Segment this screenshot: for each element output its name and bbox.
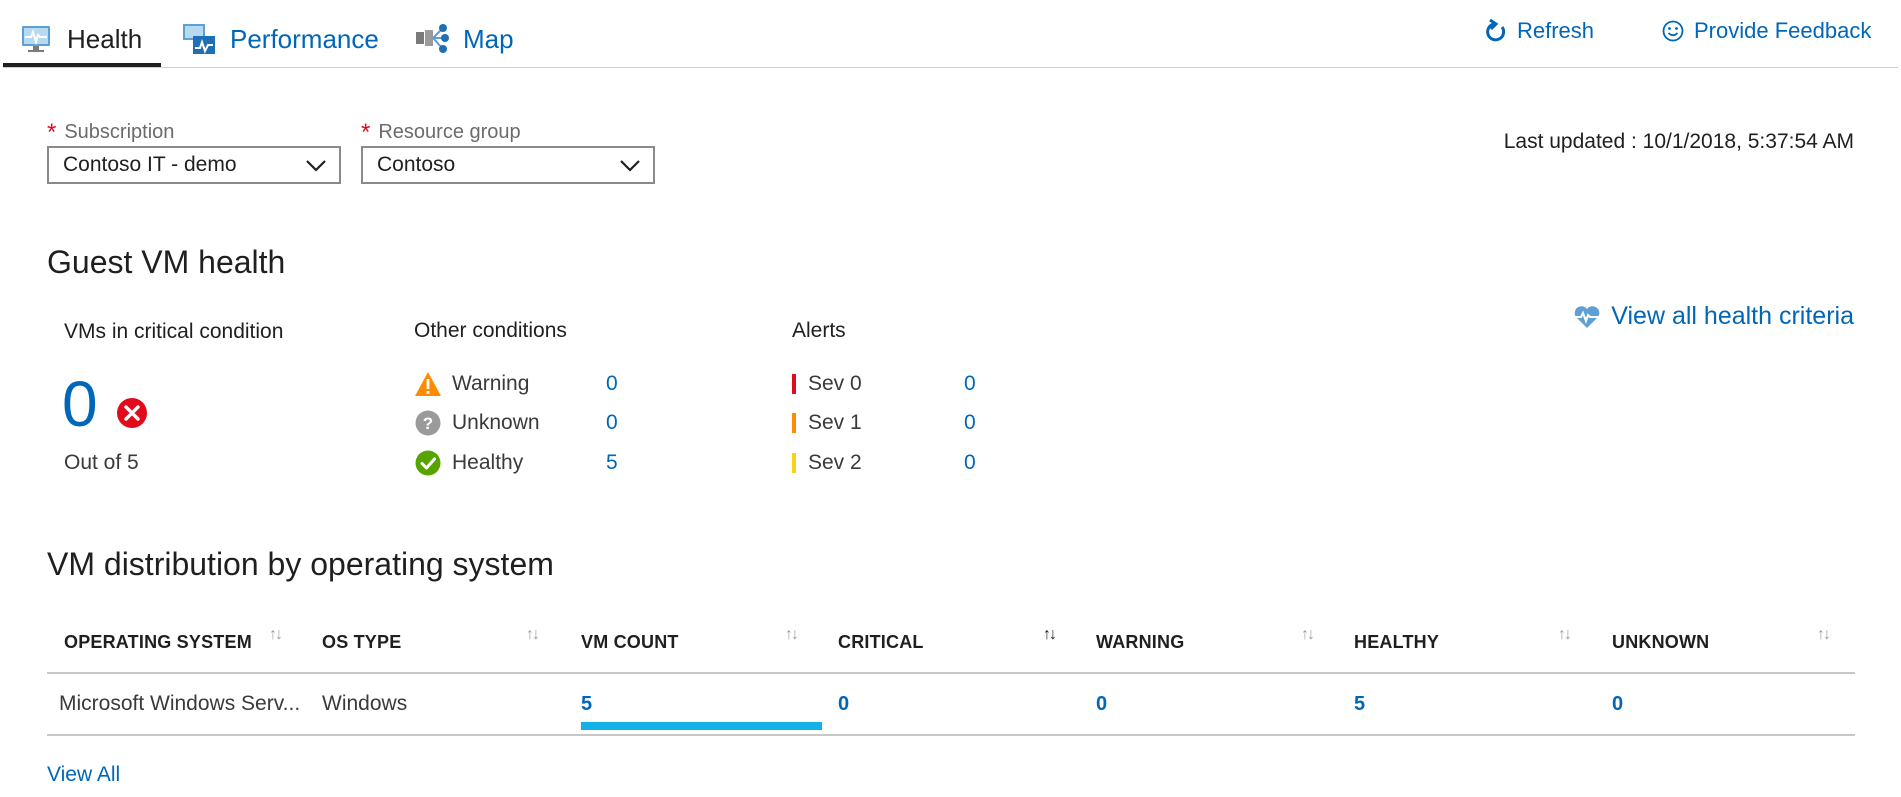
cell-unknown[interactable]: 0 xyxy=(1612,674,1623,734)
condition-unknown-row: ? Unknown 0 xyxy=(414,408,618,438)
subscription-dropdown[interactable]: Contoso IT - demo xyxy=(47,146,341,184)
cell-healthy[interactable]: 5 xyxy=(1354,674,1365,734)
warning-count[interactable]: 0 xyxy=(606,372,618,396)
sev1-count[interactable]: 0 xyxy=(964,411,976,435)
sort-icon[interactable]: ↑↓ xyxy=(269,626,283,644)
alert-sev2-row: Sev 2 0 xyxy=(792,448,976,478)
sort-icon[interactable]: ↑↓ xyxy=(1558,626,1572,644)
sort-icon[interactable]: ↑↓ xyxy=(1817,626,1831,644)
condition-healthy-row: Healthy 5 xyxy=(414,448,618,478)
view-all-health-criteria-link[interactable]: View all health criteria xyxy=(1573,302,1854,331)
provide-feedback-label: Provide Feedback xyxy=(1694,18,1872,43)
guest-vm-health-title: Guest VM health xyxy=(47,244,286,280)
alert-sev1-row: Sev 1 0 xyxy=(792,408,976,438)
sev0-count[interactable]: 0 xyxy=(964,372,976,396)
unknown-count[interactable]: 0 xyxy=(606,411,618,435)
map-topology-icon xyxy=(414,21,450,57)
sort-icon[interactable]: ↑↓ xyxy=(785,626,799,644)
sort-descending-icon[interactable]: ↑↓ xyxy=(1043,626,1057,644)
tab-bar: Health Performance Map Refresh Provide F… xyxy=(0,0,1901,68)
sort-icon[interactable]: ↑↓ xyxy=(1301,626,1315,644)
column-header-os-type[interactable]: OS TYPE xyxy=(322,612,401,672)
tab-bar-divider xyxy=(3,67,1898,68)
table-header: OPERATING SYSTEM ↑↓ OS TYPE ↑↓ VM COUNT … xyxy=(47,612,1855,674)
table-row[interactable]: Microsoft Windows Serv... Windows 5 0 0 … xyxy=(47,674,1855,736)
chevron-down-icon xyxy=(620,160,640,172)
cell-warning[interactable]: 0 xyxy=(1096,674,1107,734)
column-header-critical[interactable]: CRITICAL xyxy=(838,612,924,672)
view-all-health-criteria-label: View all health criteria xyxy=(1611,302,1854,330)
tab-map-label: Map xyxy=(463,23,514,54)
critical-out-of: Out of 5 xyxy=(64,451,139,474)
required-marker: * xyxy=(361,119,371,146)
other-conditions-title: Other conditions xyxy=(414,319,567,342)
column-header-unknown[interactable]: UNKNOWN xyxy=(1612,612,1709,672)
resource-group-value: Contoso xyxy=(377,153,456,176)
required-marker: * xyxy=(47,119,57,146)
warning-icon xyxy=(414,370,442,398)
health-monitor-icon xyxy=(18,21,54,57)
cell-os-type: Windows xyxy=(322,692,408,715)
sev1-indicator xyxy=(792,413,796,433)
column-header-warning[interactable]: WARNING xyxy=(1096,612,1184,672)
chevron-down-icon xyxy=(306,160,326,172)
critical-section-title: VMs in critical condition xyxy=(64,320,284,343)
vm-count-bar xyxy=(581,722,822,730)
tab-health-label: Health xyxy=(67,23,143,54)
sev2-indicator xyxy=(792,453,796,473)
healthy-check-icon xyxy=(414,449,442,477)
tab-performance-label: Performance xyxy=(230,23,379,54)
sort-icon[interactable]: ↑↓ xyxy=(526,626,540,644)
alert-sev0-row: Sev 0 0 xyxy=(792,369,976,399)
subscription-filter: * Subscription Contoso IT - demo xyxy=(47,118,341,184)
tab-performance[interactable]: Performance xyxy=(181,14,379,64)
vm-distribution-title: VM distribution by operating system xyxy=(47,546,554,582)
alerts-title: Alerts xyxy=(792,319,846,342)
sev1-label: Sev 1 xyxy=(808,411,862,434)
warning-label: Warning xyxy=(452,372,530,395)
resource-group-dropdown[interactable]: Contoso xyxy=(361,146,655,184)
critical-count[interactable]: 0 xyxy=(62,368,98,440)
sev0-label: Sev 0 xyxy=(808,372,862,395)
healthy-label: Healthy xyxy=(452,451,524,474)
column-header-vm-count[interactable]: VM COUNT xyxy=(581,612,679,672)
subscription-label: Subscription xyxy=(64,121,175,143)
subscription-value: Contoso IT - demo xyxy=(63,153,237,176)
column-header-healthy[interactable]: HEALTHY xyxy=(1354,612,1439,672)
view-all-link[interactable]: View All xyxy=(47,763,120,787)
sev2-count[interactable]: 0 xyxy=(964,451,976,475)
resource-group-label: Resource group xyxy=(378,121,521,143)
refresh-button[interactable]: Refresh xyxy=(1483,18,1594,44)
cell-critical[interactable]: 0 xyxy=(838,674,849,734)
column-header-operating-system[interactable]: OPERATING SYSTEM xyxy=(64,612,252,672)
smiley-icon xyxy=(1660,18,1686,44)
unknown-label: Unknown xyxy=(452,411,540,434)
tab-health[interactable]: Health xyxy=(18,14,142,64)
sev0-indicator xyxy=(792,374,796,394)
unknown-icon: ? xyxy=(414,409,442,437)
svg-text:?: ? xyxy=(423,414,433,433)
refresh-icon xyxy=(1483,18,1509,44)
tab-map[interactable]: Map xyxy=(414,14,514,64)
heart-pulse-icon xyxy=(1574,305,1601,328)
critical-error-icon xyxy=(117,398,147,428)
cell-operating-system: Microsoft Windows Serv... xyxy=(59,692,301,715)
performance-chart-icon xyxy=(181,21,217,57)
last-updated-timestamp: Last updated : 10/1/2018, 5:37:54 AM xyxy=(1503,130,1854,153)
provide-feedback-button[interactable]: Provide Feedback xyxy=(1660,18,1871,44)
os-distribution-table: OPERATING SYSTEM ↑↓ OS TYPE ↑↓ VM COUNT … xyxy=(47,612,1855,736)
condition-warning-row: Warning 0 xyxy=(414,369,618,399)
resource-group-filter: * Resource group Contoso xyxy=(361,118,655,184)
sev2-label: Sev 2 xyxy=(808,451,862,474)
healthy-count[interactable]: 5 xyxy=(606,451,618,475)
refresh-label: Refresh xyxy=(1517,18,1595,43)
